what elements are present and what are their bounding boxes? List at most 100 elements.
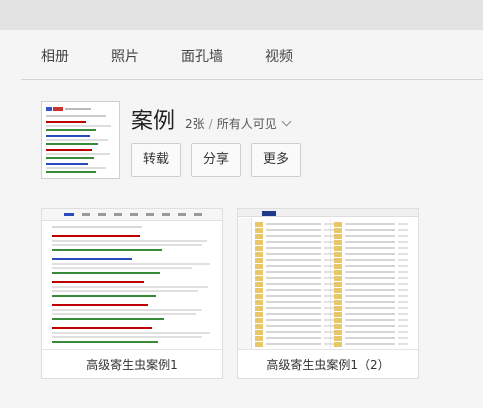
folder-name-line <box>345 241 395 243</box>
folder-icon <box>255 312 263 317</box>
folder-name-line <box>266 223 321 225</box>
folder-icon <box>334 336 342 341</box>
album-meta: 2张 / 所有人可见 <box>185 115 292 132</box>
folder-name-line <box>345 277 395 279</box>
folder-date-line <box>324 331 334 333</box>
photo-caption: 高级寄生虫案例1（2） <box>238 349 418 378</box>
folder-name-line <box>266 331 321 333</box>
folder-name-line <box>266 295 321 297</box>
album-cover[interactable] <box>41 101 120 179</box>
folder-date-line <box>324 289 334 291</box>
folder-name-line <box>345 301 395 303</box>
folder-icon <box>255 228 263 233</box>
folder-icon <box>255 318 263 323</box>
folder-name-line <box>266 283 321 285</box>
folder-name-line <box>266 313 321 315</box>
visibility-select[interactable]: 所有人可见 <box>216 116 292 131</box>
folder-date-line <box>324 277 334 279</box>
folder-icon <box>334 300 342 305</box>
folder-date-line <box>324 229 334 231</box>
tab-videos[interactable]: 视频 <box>265 46 293 66</box>
folder-icon <box>334 342 342 347</box>
folder-icon <box>255 270 263 275</box>
folder-icon <box>255 276 263 281</box>
tab-albums[interactable]: 相册 <box>41 46 69 66</box>
folder-name-line <box>266 271 321 273</box>
tab-photos[interactable]: 照片 <box>111 46 139 66</box>
folder-name-line <box>345 259 395 261</box>
folder-date-line <box>324 319 334 321</box>
folder-name-line <box>266 265 321 267</box>
folder-date-line <box>398 223 408 225</box>
folder-date-line <box>324 337 334 339</box>
photo-card[interactable]: 高级寄生虫案例1 <box>41 208 223 379</box>
folder-name-line <box>345 325 395 327</box>
share-button[interactable]: 分享 <box>191 143 241 177</box>
folder-date-line <box>398 229 408 231</box>
folder-name-line <box>266 229 321 231</box>
folder-date-line <box>324 271 334 273</box>
more-button[interactable]: 更多 <box>251 143 301 177</box>
folder-name-line <box>345 307 395 309</box>
album-tabs: 相册 照片 面孔墙 视频 <box>0 30 483 80</box>
folder-icon <box>334 324 342 329</box>
folder-icon <box>334 330 342 335</box>
folder-date-line <box>324 307 334 309</box>
folder-icon <box>334 270 342 275</box>
photo-thumbnail <box>238 209 418 349</box>
folder-name-line <box>266 277 321 279</box>
folder-date-line <box>324 223 334 225</box>
folder-date-line <box>398 331 408 333</box>
folder-date-line <box>324 241 334 243</box>
folder-icon <box>255 330 263 335</box>
tab-face-wall[interactable]: 面孔墙 <box>181 46 223 66</box>
folder-date-line <box>324 313 334 315</box>
folder-icon <box>334 312 342 317</box>
folder-icon <box>334 228 342 233</box>
folder-icon <box>334 222 342 227</box>
folder-icon <box>334 264 342 269</box>
folder-date-line <box>398 289 408 291</box>
folder-date-line <box>398 265 408 267</box>
repost-button[interactable]: 转载 <box>131 143 181 177</box>
folder-name-line <box>345 295 395 297</box>
folder-name-line <box>345 271 395 273</box>
folder-icon <box>255 294 263 299</box>
folder-name-line <box>266 247 321 249</box>
folder-name-line <box>266 289 321 291</box>
folder-name-line <box>266 301 321 303</box>
folder-name-line <box>266 337 321 339</box>
album-title: 案例 <box>131 109 176 134</box>
folder-name-line <box>266 241 321 243</box>
photo-card[interactable]: 高级寄生虫案例1（2） <box>237 208 419 379</box>
folder-icon <box>334 288 342 293</box>
folder-icon <box>255 264 263 269</box>
top-bar <box>0 0 483 30</box>
folder-name-line <box>345 223 395 225</box>
folder-date-line <box>398 301 408 303</box>
folder-date-line <box>398 283 408 285</box>
folder-icon <box>255 288 263 293</box>
visibility-label: 所有人可见 <box>216 117 277 131</box>
folder-date-line <box>324 235 334 237</box>
folder-name-line <box>345 289 395 291</box>
folder-name-line <box>266 319 321 321</box>
photo-count: 2张 <box>185 117 205 131</box>
folder-name-line <box>266 325 321 327</box>
photo-caption: 高级寄生虫案例1 <box>42 349 222 378</box>
folder-name-line <box>345 253 395 255</box>
folder-date-line <box>324 247 334 249</box>
folder-icon <box>334 276 342 281</box>
chevron-down-icon <box>281 116 292 127</box>
folder-date-line <box>324 253 334 255</box>
folder-name-line <box>345 265 395 267</box>
folder-icon <box>255 306 263 311</box>
folder-icon <box>255 234 263 239</box>
folder-name-line <box>345 283 395 285</box>
folder-icon <box>255 240 263 245</box>
folder-icon <box>255 258 263 263</box>
folder-icon <box>334 252 342 257</box>
folder-name-line <box>266 235 321 237</box>
folder-icon <box>255 282 263 287</box>
folder-name-line <box>345 247 395 249</box>
